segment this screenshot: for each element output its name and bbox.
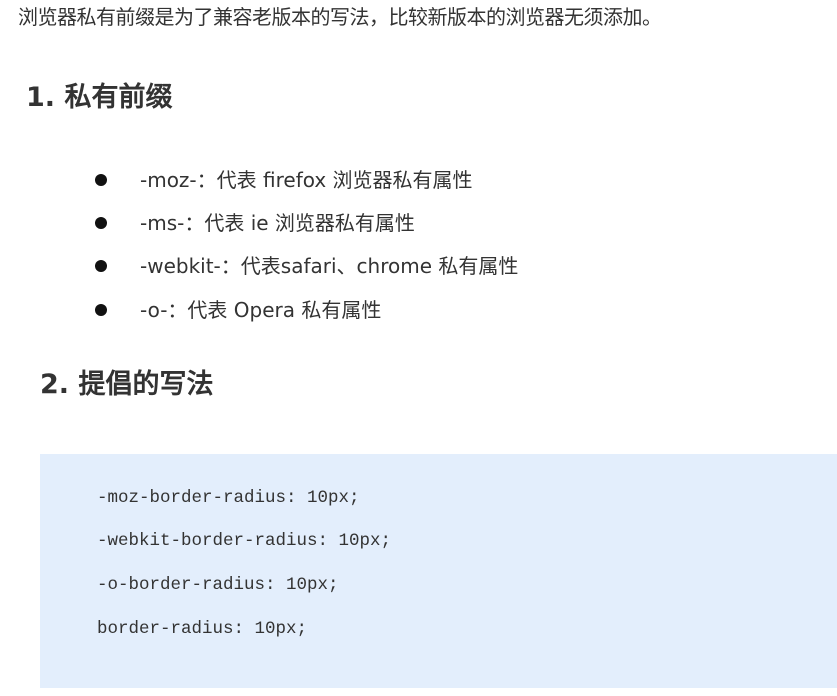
- list-item: -webkit-：代表safari、chrome 私有属性: [95, 251, 518, 281]
- list-item: -ms-：代表 ie 浏览器私有属性: [95, 208, 415, 238]
- bullet-icon: [95, 259, 107, 272]
- code-line: -o-border-radius: 10px;: [97, 575, 339, 595]
- code-line: border-radius: 10px;: [97, 619, 308, 639]
- bullet-icon: [95, 216, 107, 229]
- intro-paragraph: 浏览器私有前缀是为了兼容老版本的写法，比较新版本的浏览器无须添加。: [18, 5, 662, 29]
- list-item: -o-：代表 Opera 私有属性: [95, 295, 381, 325]
- section-heading-recommended: 2. 提倡的写法: [40, 369, 214, 400]
- bullet-icon: [95, 173, 107, 186]
- bullet-icon: [95, 303, 107, 316]
- section-heading-prefixes: 1. 私有前缀: [26, 82, 173, 113]
- list-item: -moz-：代表 firefox 浏览器私有属性: [95, 165, 473, 195]
- code-line: -webkit-border-radius: 10px;: [97, 531, 392, 551]
- code-line: -moz-border-radius: 10px;: [97, 488, 360, 508]
